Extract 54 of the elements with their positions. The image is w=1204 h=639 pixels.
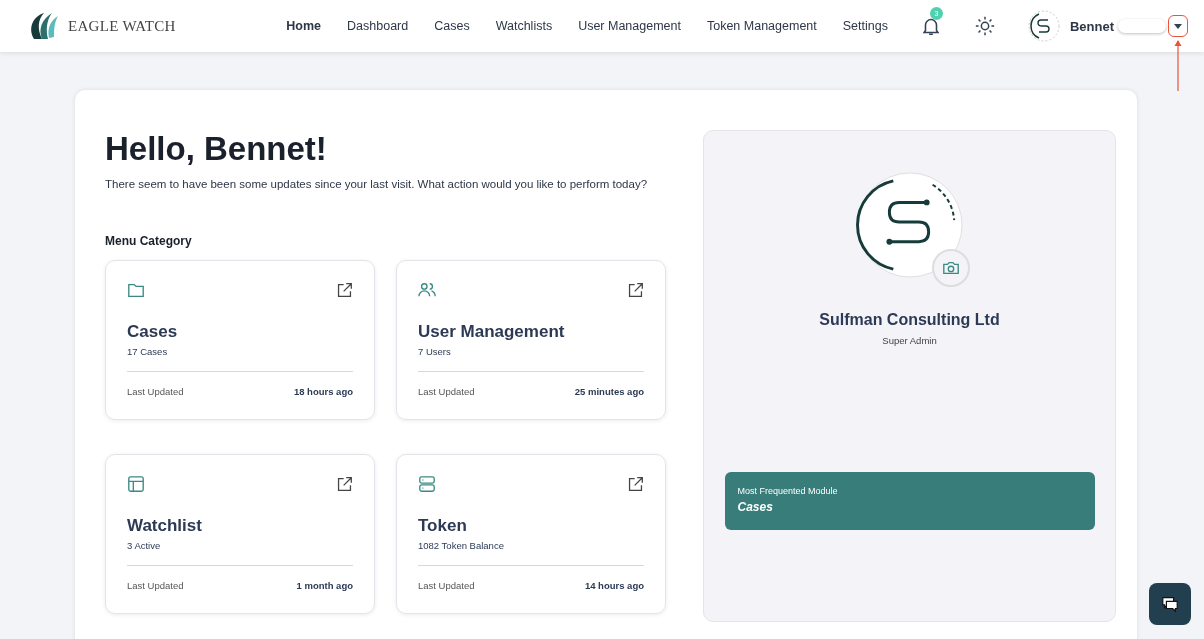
- external-link-icon[interactable]: [627, 475, 644, 493]
- updated-time: 25 minutes ago: [574, 386, 644, 397]
- sun-icon[interactable]: [973, 15, 996, 37]
- nav-link[interactable]: Home: [286, 19, 322, 33]
- annotation-arrow: [1174, 39, 1182, 91]
- updated-label: Last Updated: [127, 580, 184, 591]
- greeting-subtitle: There seem to have been some updates since your last visit. What action would you like to perform today?: [105, 178, 649, 190]
- user-menu-field[interactable]: [1118, 19, 1166, 33]
- chat-icon: [1161, 595, 1179, 613]
- caret-icon: [1174, 23, 1182, 29]
- greeting-title: Hello, Bennet!: [105, 130, 328, 168]
- card-count: 3 Active: [127, 540, 162, 551]
- camera-icon: [941, 259, 960, 277]
- chat-button[interactable]: [1149, 583, 1191, 625]
- external-link-icon[interactable]: [627, 281, 644, 299]
- card-title: Token: [418, 516, 468, 536]
- nav-link[interactable]: Dashboard: [347, 19, 409, 33]
- card-count: 17 Cases: [127, 346, 169, 357]
- users-icon: [418, 281, 436, 299]
- banner-label: Most Frequented Module: [737, 486, 839, 496]
- updated-time: 14 hours ago: [584, 580, 644, 591]
- organization-name: Sulfman Consulting Ltd: [819, 311, 1000, 329]
- external-link-icon[interactable]: [336, 475, 353, 493]
- section-heading: Menu Category: [105, 234, 193, 248]
- updated-time: 1 month ago: [296, 580, 353, 591]
- layout-icon: [127, 475, 145, 493]
- user-role: Super Admin: [882, 335, 937, 346]
- card-count: 1082 Token Balance: [418, 540, 505, 551]
- brand-name: EAGLE WATCH: [68, 17, 176, 35]
- server-icon: [418, 475, 436, 493]
- menu-card[interactable]: Token 1082 Token Balance Last Updated 14 hours ago: [396, 454, 666, 614]
- updated-label: Last Updated: [418, 580, 475, 591]
- card-title: User Management: [418, 322, 566, 342]
- external-link-icon[interactable]: [336, 281, 353, 299]
- nav-link[interactable]: User Management: [578, 19, 681, 33]
- folder-icon: [127, 281, 145, 299]
- nav-link[interactable]: Token Management: [706, 19, 817, 33]
- menu-card[interactable]: Cases 17 Cases Last Updated 18 hours ago: [105, 260, 375, 420]
- nav-link[interactable]: Cases: [434, 19, 470, 33]
- card-title: Watchlist: [127, 516, 203, 536]
- nav-link[interactable]: Watchlists: [495, 19, 553, 33]
- camera-button[interactable]: [931, 249, 970, 287]
- card-title: Cases: [127, 322, 179, 342]
- menu-card[interactable]: User Management 7 Users Last Updated 25 minutes ago: [396, 260, 666, 420]
- dropdown-button[interactable]: [1168, 15, 1188, 37]
- user-name: Bennet: [1069, 18, 1114, 34]
- menu-card[interactable]: Watchlist 3 Active Last Updated 1 month ago: [105, 454, 375, 614]
- banner-value: Cases: [737, 500, 774, 514]
- updated-label: Last Updated: [418, 386, 475, 397]
- updated-label: Last Updated: [127, 386, 184, 397]
- avatar-icon[interactable]: [1027, 10, 1060, 42]
- nav-link[interactable]: Settings: [842, 19, 888, 33]
- card-count: 7 Users: [418, 346, 452, 357]
- updated-time: 18 hours ago: [293, 386, 353, 397]
